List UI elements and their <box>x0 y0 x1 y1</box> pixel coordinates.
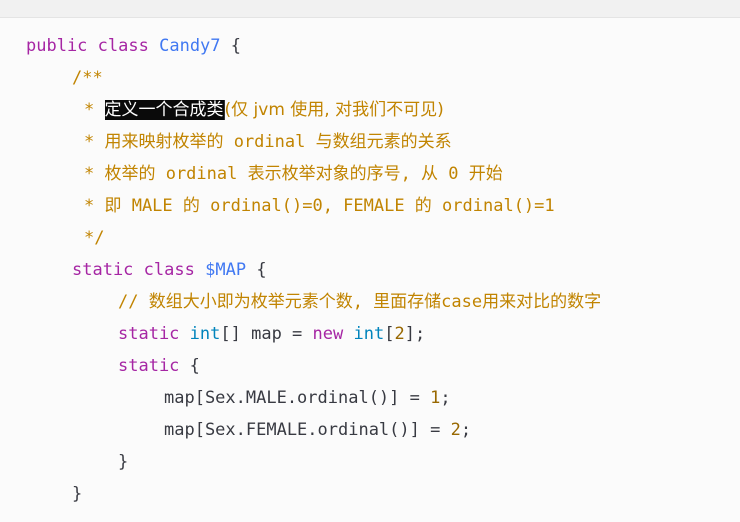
page: public class Candy7 { /** * 定义一个合成类(仅 jv… <box>0 0 740 522</box>
semicolon: ; <box>440 388 451 408</box>
keyword-static: static <box>118 356 180 376</box>
type-int: int <box>353 324 385 344</box>
number-literal: 2 <box>394 324 405 344</box>
code-block[interactable]: public class Candy7 { /** * 定义一个合成类(仅 jv… <box>0 18 740 522</box>
code-line-14: } <box>118 446 128 478</box>
assignment-expression: map[Sex.MALE.ordinal()] = <box>164 388 431 408</box>
keyword-class: class <box>143 260 195 280</box>
keyword-class: class <box>97 36 149 56</box>
code-line-11: static { <box>118 350 200 382</box>
selected-text[interactable]: 定义一个合成类 <box>104 100 224 120</box>
doc-comment-end: */ <box>84 228 105 248</box>
assignment-expression: map[Sex.FEMALE.ordinal()] = <box>164 420 451 440</box>
keyword-new: new <box>312 324 344 344</box>
class-name-map: $MAP <box>205 260 247 280</box>
doc-comment-start: /** <box>72 68 103 88</box>
code-line-10: static int[] map = new int[2]; <box>118 318 425 350</box>
doc-comment-star: * <box>84 100 95 120</box>
code-line-2: /** <box>72 62 103 94</box>
bracket-open: [ <box>384 324 395 344</box>
doc-comment-text: * 即 MALE 的 ordinal()=0, FEMALE 的 ordinal… <box>84 196 555 216</box>
open-brace: { <box>230 36 242 56</box>
semicolon: ; <box>460 420 472 440</box>
code-line-4: * 用来映射枚举的 ordinal 与数组元素的关系 <box>84 126 452 158</box>
close-brace: } <box>72 484 83 504</box>
bracket-close: ]; <box>404 324 426 344</box>
doc-comment-text: * 用来映射枚举的 ordinal 与数组元素的关系 <box>84 132 452 152</box>
code-line-12: map[Sex.MALE.ordinal()] = 1; <box>164 382 451 414</box>
keyword-public: public <box>26 36 88 56</box>
code-line-15: } <box>72 478 82 510</box>
code-line-9: // 数组大小即为枚举元素个数, 里面存储case用来对比的数字 <box>118 286 601 318</box>
close-brace: } <box>118 452 129 472</box>
open-brace: { <box>256 260 267 280</box>
number-literal: 2 <box>450 420 461 440</box>
type-int: int <box>189 324 221 344</box>
open-brace: { <box>189 356 200 376</box>
code-line-1: public class Candy7 { <box>26 30 241 62</box>
code-line-5: * 枚举的 ordinal 表示枚举对象的序号, 从 0 开始 <box>84 158 503 190</box>
line-comment: // 数组大小即为枚举元素个数, 里面存储case用来对比的数字 <box>118 292 602 312</box>
number-literal: 1 <box>430 388 441 408</box>
doc-comment-text: (仅 jvm 使用, 对我们不可见) <box>224 100 444 120</box>
keyword-static: static <box>72 260 134 280</box>
class-name-candy7: Candy7 <box>159 36 221 56</box>
top-bar <box>0 0 740 18</box>
code-line-3: * 定义一个合成类(仅 jvm 使用, 对我们不可见) <box>84 94 444 126</box>
code-line-6: * 即 MALE 的 ordinal()=0, FEMALE 的 ordinal… <box>84 190 555 222</box>
array-declaration: [] map = <box>220 324 313 344</box>
keyword-static: static <box>118 324 180 344</box>
code-line-8: static class $MAP { <box>72 254 267 286</box>
code-line-7: */ <box>84 222 104 254</box>
doc-comment-text: * 枚举的 ordinal 表示枚举对象的序号, 从 0 开始 <box>84 164 503 184</box>
code-line-13: map[Sex.FEMALE.ordinal()] = 2; <box>164 414 471 446</box>
